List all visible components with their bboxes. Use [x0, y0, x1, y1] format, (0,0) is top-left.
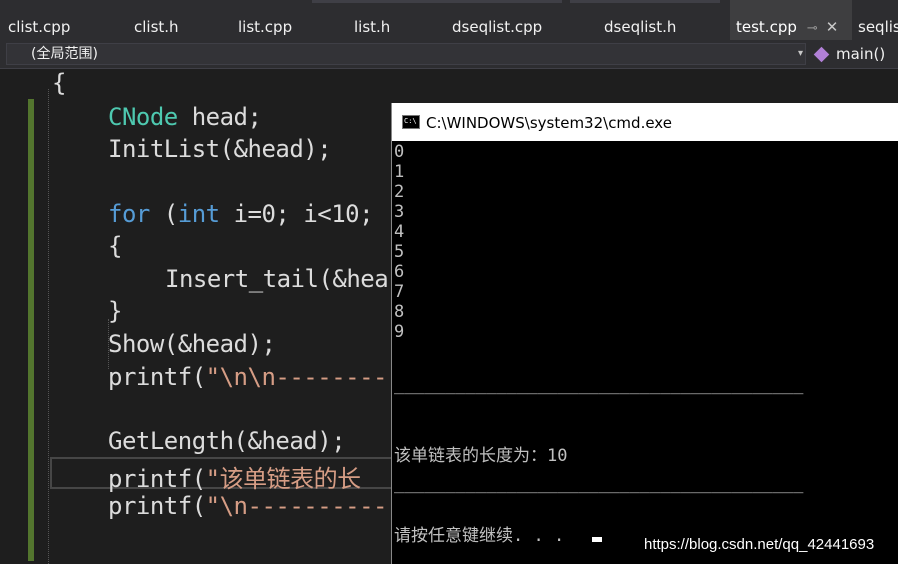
code-line: printf("该单链表的长	[108, 465, 361, 493]
document-tab-bar: clist.cpp clist.h list.cpp list.h dseqli…	[0, 0, 898, 40]
code-line: {	[108, 232, 122, 260]
tab-label: clist.h	[134, 18, 179, 36]
console-separator: ________________________________________	[394, 375, 804, 395]
console-output-line: 5	[394, 242, 405, 262]
tab-test-cpp[interactable]: test.cpp ⊸ ✕	[730, 0, 852, 40]
scope-dropdown[interactable]: (全局范围) ▾	[6, 43, 806, 65]
console-separator: ________________________________________	[394, 474, 804, 494]
console-cursor	[592, 537, 602, 542]
editor-gutter	[0, 69, 44, 564]
code-line: GetLength(&head);	[108, 427, 346, 455]
close-icon[interactable]: ✕	[826, 18, 839, 36]
cmd-icon: C:\	[402, 115, 420, 129]
console-title: C:\WINDOWS\system32\cmd.exe	[426, 114, 672, 132]
console-output-line: 8	[394, 302, 405, 322]
code-line: for (int i=0; i<10;	[108, 200, 374, 228]
tab-list-h[interactable]: list.h	[354, 0, 390, 40]
console-output-line: 2	[394, 182, 405, 202]
tab-label: seqlis	[858, 18, 898, 36]
code-line: InitList(&head);	[108, 135, 332, 163]
cmd-console-window[interactable]: C:\ C:\WINDOWS\system32\cmd.exe 0 1 2 3 …	[391, 103, 898, 564]
console-length-line: 该单链表的长度为：10	[394, 446, 568, 466]
change-indicator	[28, 99, 34, 561]
indent-guide	[48, 89, 49, 564]
member-dropdown[interactable]: main()	[810, 43, 898, 65]
console-output-line: 4	[394, 222, 405, 242]
code-line: printf("\n\n---------	[108, 363, 401, 391]
code-line: Show(&head);	[108, 330, 276, 358]
navigation-bar: (全局范围) ▾ main()	[0, 40, 898, 69]
tab-label: clist.cpp	[8, 18, 71, 36]
tab-dseqlist-h[interactable]: dseqlist.h	[604, 0, 676, 40]
console-output-line: 3	[394, 202, 405, 222]
console-output-line: 9	[394, 322, 405, 342]
console-output-line: 0	[394, 142, 405, 162]
scope-label: (全局范围)	[31, 46, 98, 62]
console-prompt: 请按任意键继续. . .	[394, 526, 565, 546]
code-line: {	[52, 69, 66, 97]
tab-label: dseqlist.h	[604, 18, 677, 36]
tab-label: test.cpp	[736, 18, 797, 36]
tab-list-cpp[interactable]: list.cpp	[238, 0, 292, 40]
tab-label: dseqlist.cpp	[452, 18, 543, 36]
chevron-down-icon[interactable]: ▾	[798, 44, 803, 64]
code-line: CNode head;	[108, 103, 262, 131]
code-line: }	[108, 297, 122, 325]
tab-dseqlist-cpp[interactable]: dseqlist.cpp	[452, 0, 542, 40]
function-cube-icon	[813, 46, 830, 63]
console-title-bar[interactable]: C:\ C:\WINDOWS\system32\cmd.exe	[392, 103, 898, 141]
tab-clist-cpp[interactable]: clist.cpp	[8, 0, 70, 40]
code-line: Insert_tail(&hea	[165, 265, 389, 293]
console-output-line: 6	[394, 262, 405, 282]
pin-icon[interactable]: ⊸	[807, 21, 818, 36]
tab-label: list.cpp	[238, 18, 293, 36]
console-output-line: 7	[394, 282, 405, 302]
tab-label: list.h	[354, 18, 391, 36]
code-line: printf("\n----------	[108, 492, 388, 520]
tab-clist-h[interactable]: clist.h	[134, 0, 179, 40]
console-output-line: 1	[394, 162, 405, 182]
watermark: https://blog.csdn.net/qq_42441693	[644, 536, 875, 553]
member-label: main()	[836, 45, 886, 63]
tab-seqlist[interactable]: seqlis	[858, 0, 898, 40]
